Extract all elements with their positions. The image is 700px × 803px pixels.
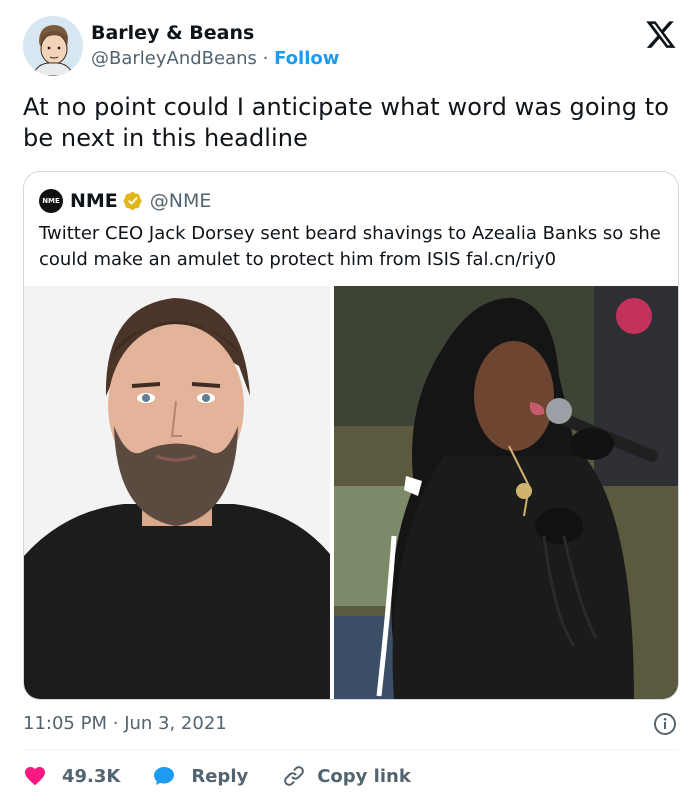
quoted-tweet[interactable]: NME NME @NME Twitter CEO Jack Dorsey sen…	[23, 171, 679, 700]
author-display-name[interactable]: Barley & Beans	[91, 22, 339, 45]
handle-separator: ·	[262, 48, 269, 69]
tweet-header: Barley & Beans @BarleyAndBeans · Follow	[23, 16, 677, 80]
reply-bubble-icon	[154, 767, 175, 785]
tweet-timestamp[interactable]: 11:05 PM · Jun 3, 2021	[23, 711, 227, 737]
photo-man-portrait[interactable]	[24, 286, 330, 699]
tweet-actions: 49.3K Reply Copy link	[23, 762, 411, 790]
like-button[interactable]: 49.3K	[23, 764, 120, 788]
photo-woman-singing[interactable]	[334, 286, 678, 699]
x-logo-icon[interactable]	[645, 18, 677, 50]
author-handle[interactable]: @BarleyAndBeans	[91, 48, 257, 69]
quoted-author-handle[interactable]: @NME	[150, 190, 212, 212]
copy-link-label: Copy link	[317, 765, 411, 787]
heart-icon	[25, 767, 45, 786]
nme-avatar[interactable]: NME	[39, 189, 63, 213]
author-handle-row: @BarleyAndBeans · Follow	[91, 46, 339, 72]
follow-button[interactable]: Follow	[274, 48, 339, 69]
quoted-tweet-text: Twitter CEO Jack Dorsey sent beard shavi…	[39, 223, 661, 270]
verified-badge-icon	[123, 192, 142, 210]
tweet-text: At no point could I anticipate what word…	[23, 93, 670, 152]
quoted-author-name[interactable]: NME	[70, 190, 118, 212]
quoted-media[interactable]	[24, 286, 678, 699]
author-info: Barley & Beans @BarleyAndBeans · Follow	[91, 22, 339, 72]
divider	[23, 749, 677, 750]
timestamp-separator: ·	[112, 713, 119, 734]
info-icon[interactable]	[653, 712, 677, 736]
reply-label: Reply	[191, 765, 249, 787]
like-count: 49.3K	[62, 765, 121, 787]
tweet-card: Barley & Beans @BarleyAndBeans · Follow …	[0, 0, 700, 803]
copy-link-button[interactable]: Copy link	[282, 764, 411, 788]
tweet-date: Jun 3, 2021	[124, 713, 227, 734]
quoted-tweet-header: NME NME @NME	[39, 189, 211, 213]
tweet-time: 11:05 PM	[23, 713, 107, 734]
reply-button[interactable]: Reply	[152, 764, 248, 788]
avatar[interactable]	[23, 16, 83, 76]
link-icon	[284, 766, 305, 786]
